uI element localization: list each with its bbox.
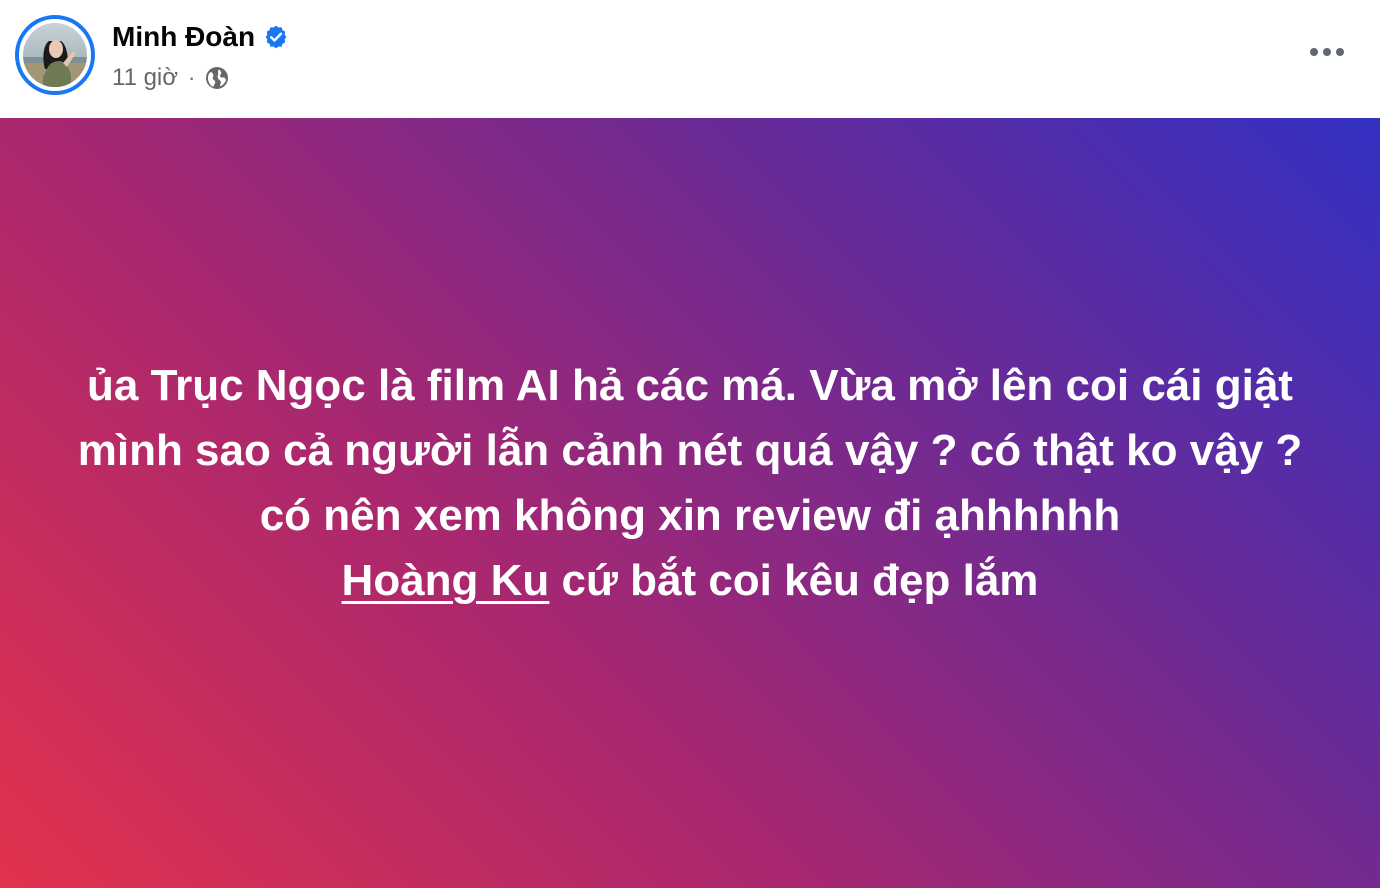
- more-options-icon: [1310, 48, 1318, 56]
- verified-badge-icon: [265, 25, 287, 49]
- globe-icon[interactable]: [205, 66, 229, 90]
- status-line-4: Hoàng Ku cứ bắt coi kêu đẹp lắm: [40, 548, 1340, 613]
- post-header: Minh Đoàn 11 giờ ·: [0, 0, 1380, 118]
- author-row: Minh Đoàn: [112, 19, 289, 55]
- avatar-story-ring[interactable]: [15, 15, 95, 95]
- mention-link[interactable]: Hoàng Ku: [342, 556, 550, 605]
- author-name[interactable]: Minh Đoàn: [112, 21, 255, 53]
- avatar[interactable]: [23, 23, 87, 87]
- status-background-card[interactable]: ủa Trục Ngọc là film AI hả các má. Vừa m…: [0, 118, 1380, 888]
- more-options-icon: [1323, 48, 1331, 56]
- more-options-button[interactable]: [1302, 34, 1352, 70]
- status-line-3: có nên xem không xin review đi ạhhhhhh: [259, 491, 1121, 540]
- status-text: ủa Trục Ngọc là film AI hả các má. Vừa m…: [40, 353, 1340, 613]
- more-options-icon: [1336, 48, 1344, 56]
- profile-photo-icon: [23, 23, 87, 87]
- facebook-post: Minh Đoàn 11 giờ · ủa Trục Ngọc là film …: [0, 0, 1380, 888]
- post-meta: 11 giờ ·: [112, 62, 229, 94]
- status-line-4-text: cứ bắt coi kêu đẹp lắm: [549, 556, 1039, 605]
- status-line-2: mình sao cả người lẫn cảnh nét quá vậy ?…: [77, 426, 1303, 475]
- post-timestamp[interactable]: 11 giờ: [112, 64, 178, 92]
- meta-separator: ·: [188, 65, 196, 90]
- status-line-1: ủa Trục Ngọc là film AI hả các má. Vừa m…: [87, 361, 1293, 410]
